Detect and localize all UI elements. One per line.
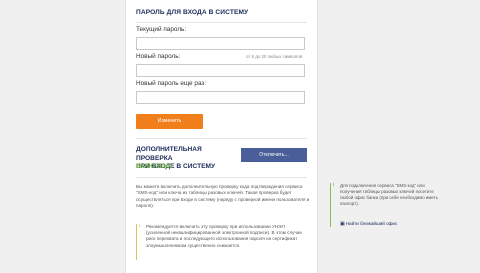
change-password-button[interactable]: Изменить (136, 114, 203, 129)
office-icon: ▣ (340, 221, 345, 227)
current-password-label: Текущий пароль: (136, 26, 187, 33)
new-password-input[interactable] (136, 64, 305, 77)
info-icon: i (139, 224, 141, 229)
repeat-password-label: Новый пароль еще раз: (136, 80, 207, 87)
recommendation-text: Рекомендуется включить эту проверку при … (146, 224, 302, 248)
divider (136, 177, 307, 178)
password-section-title: ПАРОЛЬ ДЛЯ ВХОДА В СИСТЕМУ (136, 9, 249, 16)
divider (136, 138, 307, 139)
current-password-input[interactable] (136, 37, 305, 50)
extra-check-description: Вы можете включить дополнительную провер… (136, 184, 310, 209)
info-icon: i (333, 183, 335, 188)
extra-check-status: ВКЛЮЧЕНА (136, 163, 173, 170)
find-office-link[interactable]: ▣Найти ближайший офис (340, 221, 397, 227)
note-accent-bar (136, 224, 137, 260)
repeat-password-input[interactable] (136, 91, 305, 104)
extra-check-title-line1: ДОПОЛНИТЕЛЬНАЯ ПРОВЕРКА (136, 146, 202, 162)
find-office-link-label[interactable]: Найти ближайший офис (346, 221, 398, 226)
new-password-label: Новый пароль: (136, 53, 181, 60)
disable-check-button[interactable]: Отключить... (241, 148, 307, 162)
sms-info-text: Для подключения сервиса "SMS-код" или по… (340, 183, 438, 206)
new-password-hint: от 6 до 20 любых символов (246, 54, 303, 59)
info-accent-bar (330, 183, 331, 227)
divider (136, 22, 307, 23)
